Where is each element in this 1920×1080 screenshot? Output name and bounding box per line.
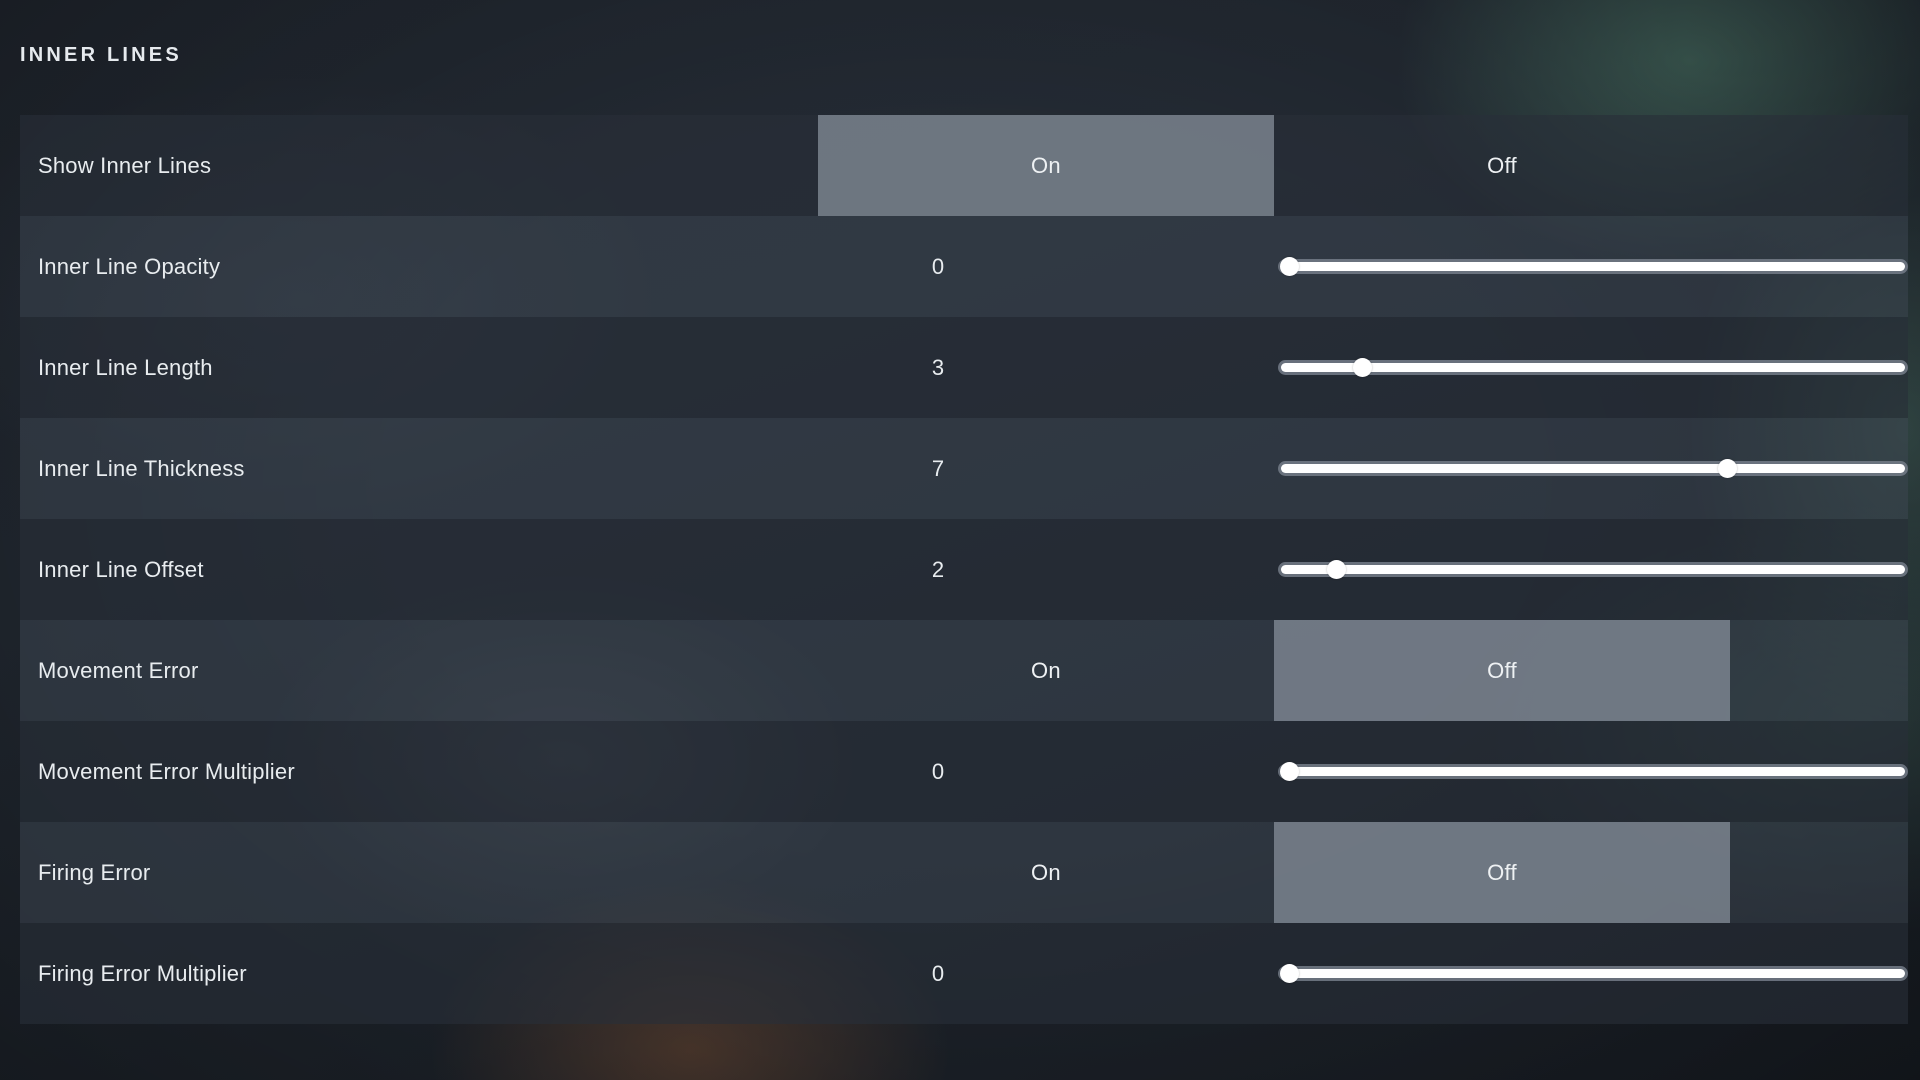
setting-label: Inner Line Opacity: [38, 253, 221, 279]
section-title: INNER LINES: [20, 44, 182, 66]
slider-knob[interactable]: [1718, 458, 1737, 478]
setting-label: Firing Error Multiplier: [38, 960, 247, 986]
slider-fill: [1281, 766, 1905, 776]
slider[interactable]: [1278, 256, 1908, 276]
setting-label: Firing Error: [38, 859, 151, 885]
slider-fill: [1281, 261, 1905, 271]
slider-knob[interactable]: [1280, 963, 1300, 983]
slider-fill: [1281, 362, 1905, 372]
setting-row: Inner Line Length 3: [20, 317, 1908, 418]
setting-row: Movement Error Multiplier 0: [20, 721, 1908, 822]
setting-label: Movement Error: [38, 657, 199, 683]
slider-fill: [1281, 463, 1905, 473]
setting-row: Firing Error Multiplier 0: [20, 923, 1908, 1024]
toggle-group: On Off: [818, 620, 1908, 721]
settings-list: Show Inner Lines On Off Inner Line Opacity 0…: [20, 115, 1908, 1024]
toggle-option-off[interactable]: Off: [1274, 620, 1730, 721]
slider-knob[interactable]: [1280, 256, 1300, 276]
setting-label: Inner Line Length: [38, 354, 213, 380]
slider[interactable]: [1278, 761, 1908, 781]
toggle-option-on[interactable]: On: [818, 620, 1274, 721]
setting-label: Inner Line Offset: [38, 556, 204, 582]
toggle-option-on[interactable]: On: [818, 115, 1274, 216]
slider-value: 0: [931, 253, 945, 279]
setting-row: Movement Error On Off: [20, 620, 1908, 721]
slider[interactable]: [1278, 559, 1908, 579]
slider-value: 0: [931, 960, 945, 986]
slider[interactable]: [1278, 458, 1908, 478]
slider[interactable]: [1278, 963, 1908, 983]
slider-value: 3: [931, 354, 945, 380]
setting-row: Inner Line Thickness 7: [20, 418, 1908, 519]
setting-label: Inner Line Thickness: [38, 455, 245, 481]
toggle-group: On Off: [818, 822, 1908, 923]
setting-row: Inner Line Opacity 0: [20, 216, 1908, 317]
slider[interactable]: [1278, 357, 1908, 377]
toggle-option-on[interactable]: On: [818, 822, 1274, 923]
setting-row: Show Inner Lines On Off: [20, 115, 1908, 216]
slider-knob[interactable]: [1327, 559, 1347, 579]
setting-label: Show Inner Lines: [38, 152, 212, 178]
crosshair-settings-panel: INNER LINES Show Inner Lines On Off Inner L…: [0, 0, 1920, 1080]
slider-value: 2: [931, 556, 945, 582]
slider-knob[interactable]: [1280, 761, 1300, 781]
slider-fill: [1281, 968, 1905, 978]
setting-row: Inner Line Offset 2: [20, 519, 1908, 620]
toggle-group: On Off: [818, 115, 1908, 216]
slider-knob[interactable]: [1352, 357, 1372, 377]
slider-value: 0: [931, 758, 945, 784]
slider-value: 7: [931, 455, 945, 481]
slider-fill: [1281, 564, 1905, 574]
setting-label: Movement Error Multiplier: [38, 758, 295, 784]
setting-row: Firing Error On Off: [20, 822, 1908, 923]
toggle-option-off[interactable]: Off: [1274, 115, 1730, 216]
toggle-option-off[interactable]: Off: [1274, 822, 1730, 923]
